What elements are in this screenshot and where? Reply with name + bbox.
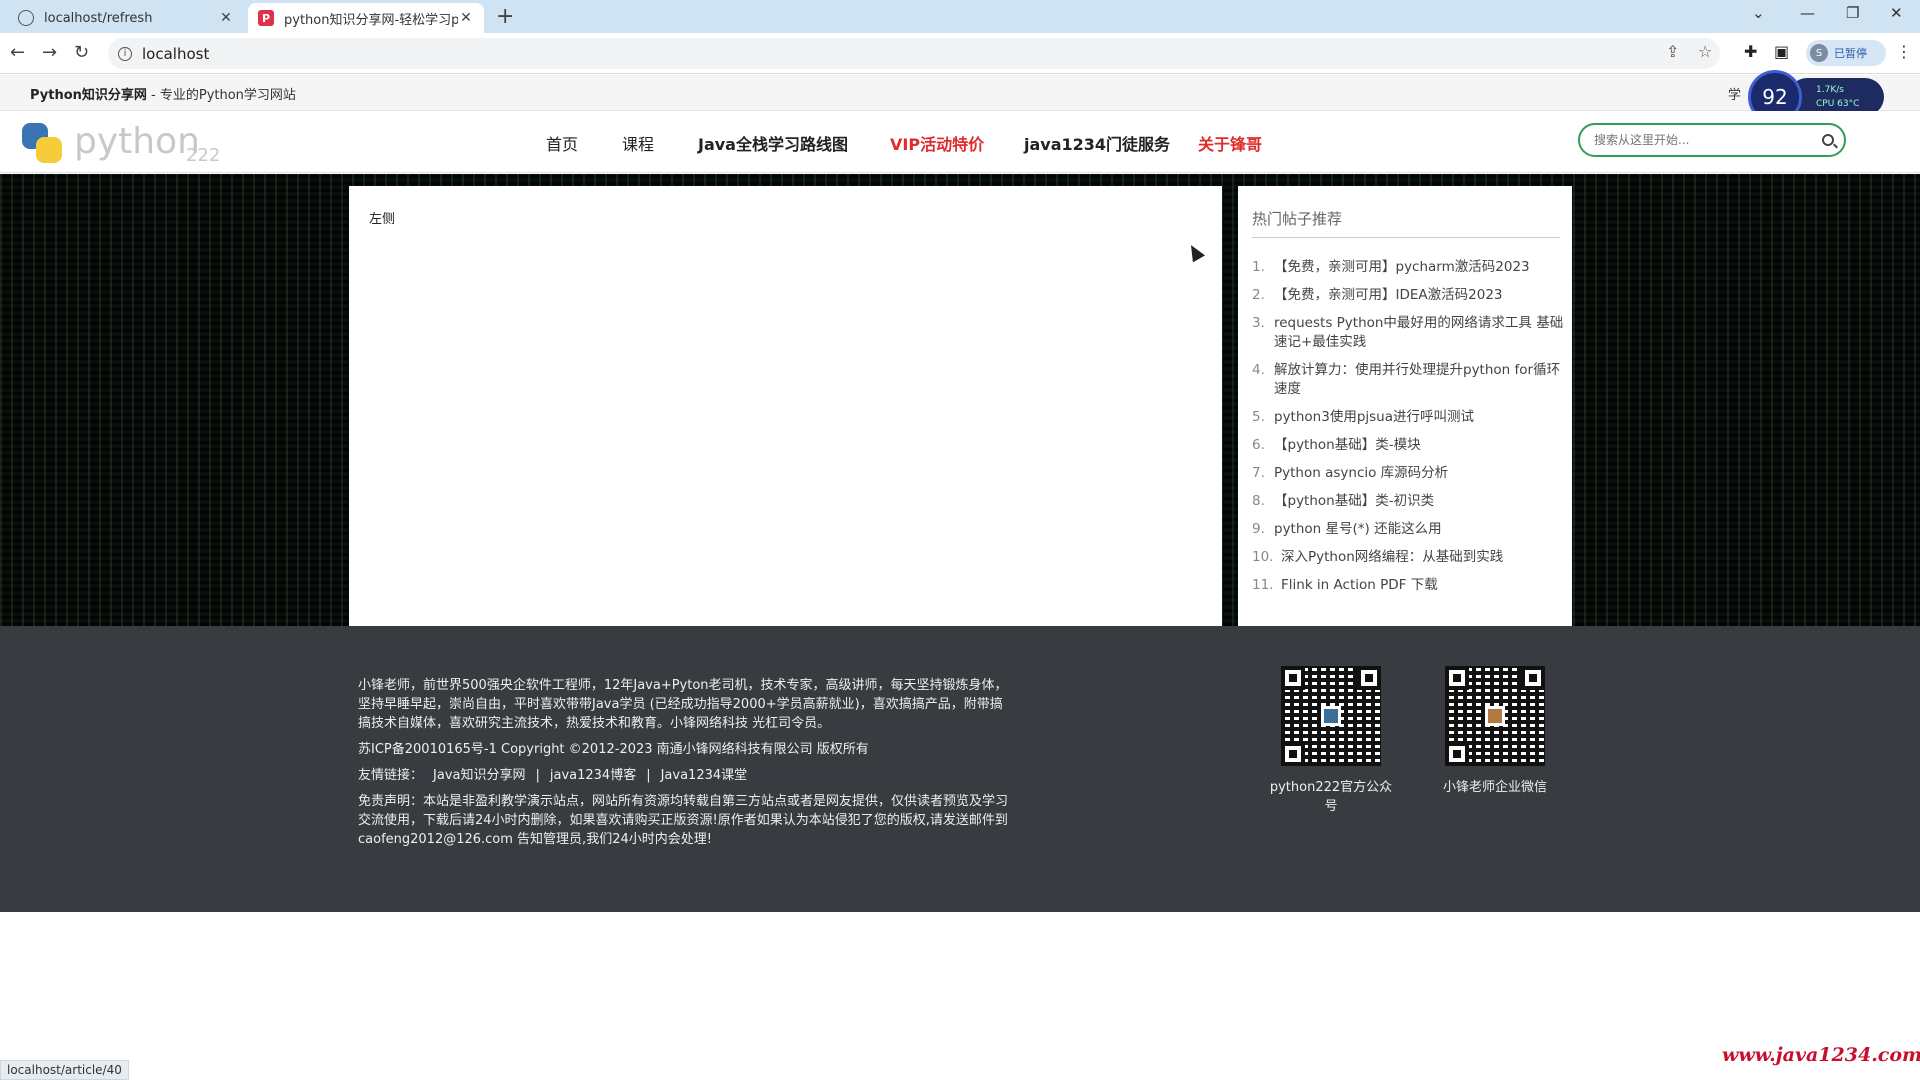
qr-official-account: python222官方公众号 <box>1266 666 1396 814</box>
list-item[interactable]: 6. 【python基础】类-模块 <box>1252 436 1564 455</box>
browser-tab[interactable]: localhost/refresh ✕ <box>8 3 244 33</box>
nav-vip-offer[interactable]: VIP活动特价 <box>890 131 984 155</box>
article-content: 左侧 <box>349 186 1222 626</box>
close-tab-icon[interactable]: ✕ <box>218 10 234 26</box>
list-item[interactable]: 7. Python asyncio 库源码分析 <box>1252 464 1564 483</box>
link-separator: | <box>535 768 540 783</box>
logo-number: 222 <box>186 145 221 166</box>
profile-status: 已暂停 <box>1834 47 1867 60</box>
post-link[interactable]: 深入Python网络编程：从基础到实践 <box>1281 548 1564 567</box>
post-link[interactable]: python 星号(*) 还能这么用 <box>1274 520 1564 539</box>
site-favicon-icon: P <box>258 10 274 26</box>
list-item[interactable]: 8. 【python基础】类-初识类 <box>1252 492 1564 511</box>
site-header: python 222 首页 课程 Java全栈学习路线图 VIP活动特价 jav… <box>0 111 1920 173</box>
qr-wechat: 小锋老师企业微信 <box>1430 666 1560 795</box>
minimize-icon[interactable]: — <box>1800 4 1815 22</box>
address-bar: ← → ↻ i localhost ⇪ ☆ ✚ ▣ S 已暂停 ⋮ <box>0 33 1920 74</box>
site-logo[interactable]: python 222 <box>22 121 222 167</box>
share-icon[interactable]: ⇪ <box>1666 42 1679 61</box>
reload-icon[interactable]: ↻ <box>74 42 89 63</box>
footer-text: 小锋老师，前世界500强央企软件工程师，12年Java+Pyton老司机，技术专… <box>358 676 1008 856</box>
post-link[interactable]: 【python基础】类-初识类 <box>1274 492 1564 511</box>
footer-icp: 苏ICP备20010165号-1 Copyright ©2012-2023 南通… <box>358 742 869 757</box>
browser-tab-active[interactable]: P python知识分享网-轻松学习pyt ✕ <box>248 3 484 33</box>
back-icon[interactable]: ← <box>10 42 25 63</box>
browser-menu-icon[interactable]: ⋮ <box>1896 42 1912 61</box>
qr-label: 小锋老师企业微信 <box>1442 780 1547 795</box>
hot-posts-panel: 热门帖子推荐 1. 【免费，亲测可用】pycharm激活码2023 2. 【免费，亲… <box>1238 186 1572 626</box>
status-bar-url: localhost/article/40 <box>0 1060 129 1080</box>
browser-tab-strip: localhost/refresh ✕ P python知识分享网-轻松学习py… <box>0 0 1920 33</box>
globe-icon <box>18 10 34 26</box>
python-logo-icon <box>22 123 62 163</box>
footer-links: 友情链接： Java知识分享网 | java1234博客 | Java1234课堂 <box>358 766 1008 785</box>
friend-link[interactable]: Java1234课堂 <box>661 768 748 783</box>
list-item[interactable]: 9. python 星号(*) 还能这么用 <box>1252 520 1564 539</box>
search-icon[interactable] <box>1822 134 1834 146</box>
tab-title: python知识分享网-轻松学习pyt <box>284 12 458 28</box>
nav-about[interactable]: 关于锋哥 <box>1198 131 1262 155</box>
post-link[interactable]: Python asyncio 库源码分析 <box>1274 464 1564 483</box>
site-name-bold: Python知识分享网 <box>30 88 147 103</box>
close-window-icon[interactable]: ✕ <box>1890 4 1903 22</box>
post-link[interactable]: 【免费，亲测可用】IDEA激活码2023 <box>1274 286 1564 305</box>
link-separator: | <box>646 768 651 783</box>
nav-java1234-service[interactable]: java1234门徒服务 <box>1024 131 1170 155</box>
restore-icon[interactable]: ❐ <box>1846 4 1859 22</box>
list-item[interactable]: 10. 深入Python网络编程：从基础到实践 <box>1252 548 1564 567</box>
new-tab-button[interactable]: + <box>496 4 514 29</box>
profile-button[interactable]: S 已暂停 <box>1806 40 1886 66</box>
qr-code-icon <box>1445 666 1545 766</box>
site-name: Python知识分享网 - 专业的Python学习网站 <box>30 84 296 103</box>
post-link[interactable]: requests Python中最好用的网络请求工具 基础速记+最佳实践 <box>1274 314 1564 352</box>
list-item[interactable]: 1. 【免费，亲测可用】pycharm激活码2023 <box>1252 258 1564 277</box>
tab-search-icon[interactable]: ⌄ <box>1752 4 1765 22</box>
avatar: S <box>1810 44 1828 62</box>
list-item[interactable]: 3. requests Python中最好用的网络请求工具 基础速记+最佳实践 <box>1252 314 1564 352</box>
site-tagline: - 专业的Python学习网站 <box>146 88 296 103</box>
list-item[interactable]: 5. python3使用pjsua进行呼叫测试 <box>1252 408 1564 427</box>
post-link[interactable]: 【免费，亲测可用】pycharm激活码2023 <box>1274 258 1564 277</box>
top-strip-link[interactable]: 学 <box>1728 84 1741 103</box>
post-link[interactable]: Flink in Action PDF 下载 <box>1281 576 1564 595</box>
url-text: localhost <box>142 44 210 63</box>
cpu-line: CPU 63°C <box>1816 99 1860 109</box>
footer-disclaimer: 免责声明：本站是非盈利教学演示站点，网站所有资源均转载自第三方站点或者是网友提供… <box>358 794 1009 847</box>
links-label: 友情链接： <box>358 768 424 783</box>
friend-link[interactable]: java1234博客 <box>550 768 636 783</box>
watermark: www.java1234.com <box>1722 1044 1920 1066</box>
site-top-strip: Python知识分享网 - 专业的Python学习网站 学 <box>0 75 1920 111</box>
post-link[interactable]: python3使用pjsua进行呼叫测试 <box>1274 408 1564 427</box>
logo-word: python <box>74 121 200 162</box>
footer-about: 小锋老师，前世界500强央企软件工程师，12年Java+Pyton老司机，技术专… <box>358 678 1008 731</box>
search-input[interactable] <box>1594 133 1822 147</box>
qr-code-icon <box>1281 666 1381 766</box>
side-panel-icon[interactable]: ▣ <box>1774 42 1789 61</box>
nav-courses[interactable]: 课程 <box>622 131 654 155</box>
list-item[interactable]: 4. 解放计算力：使用并行处理提升python for循环速度 <box>1252 361 1564 399</box>
nav-java-roadmap[interactable]: Java全栈学习路线图 <box>698 131 848 155</box>
hot-posts-heading: 热门帖子推荐 <box>1252 208 1560 238</box>
post-link[interactable]: 【python基础】类-模块 <box>1274 436 1564 455</box>
hot-posts-list: 1. 【免费，亲测可用】pycharm激活码2023 2. 【免费，亲测可用】IDE… <box>1252 258 1564 604</box>
url-input[interactable]: i localhost <box>108 38 1720 69</box>
close-tab-icon[interactable]: ✕ <box>458 10 474 26</box>
site-info-icon[interactable]: i <box>118 46 132 61</box>
forward-icon[interactable]: → <box>42 42 57 63</box>
article-text: 左侧 <box>369 212 396 227</box>
bookmark-star-icon[interactable]: ☆ <box>1698 42 1712 61</box>
nav-home[interactable]: 首页 <box>546 131 578 155</box>
list-item[interactable]: 2. 【免费，亲测可用】IDEA激活码2023 <box>1252 286 1564 305</box>
post-link[interactable]: 解放计算力：使用并行处理提升python for循环速度 <box>1274 361 1564 399</box>
friend-link[interactable]: Java知识分享网 <box>433 768 525 783</box>
speed-line: 1.7K/s <box>1816 85 1844 95</box>
tab-title: localhost/refresh <box>44 10 153 26</box>
list-item[interactable]: 11. Flink in Action PDF 下载 <box>1252 576 1564 595</box>
site-footer: 小锋老师，前世界500强央企软件工程师，12年Java+Pyton老司机，技术专… <box>0 626 1920 912</box>
extensions-icon[interactable]: ✚ <box>1744 42 1757 61</box>
qr-label: python222官方公众号 <box>1269 780 1393 814</box>
site-search <box>1578 123 1846 157</box>
